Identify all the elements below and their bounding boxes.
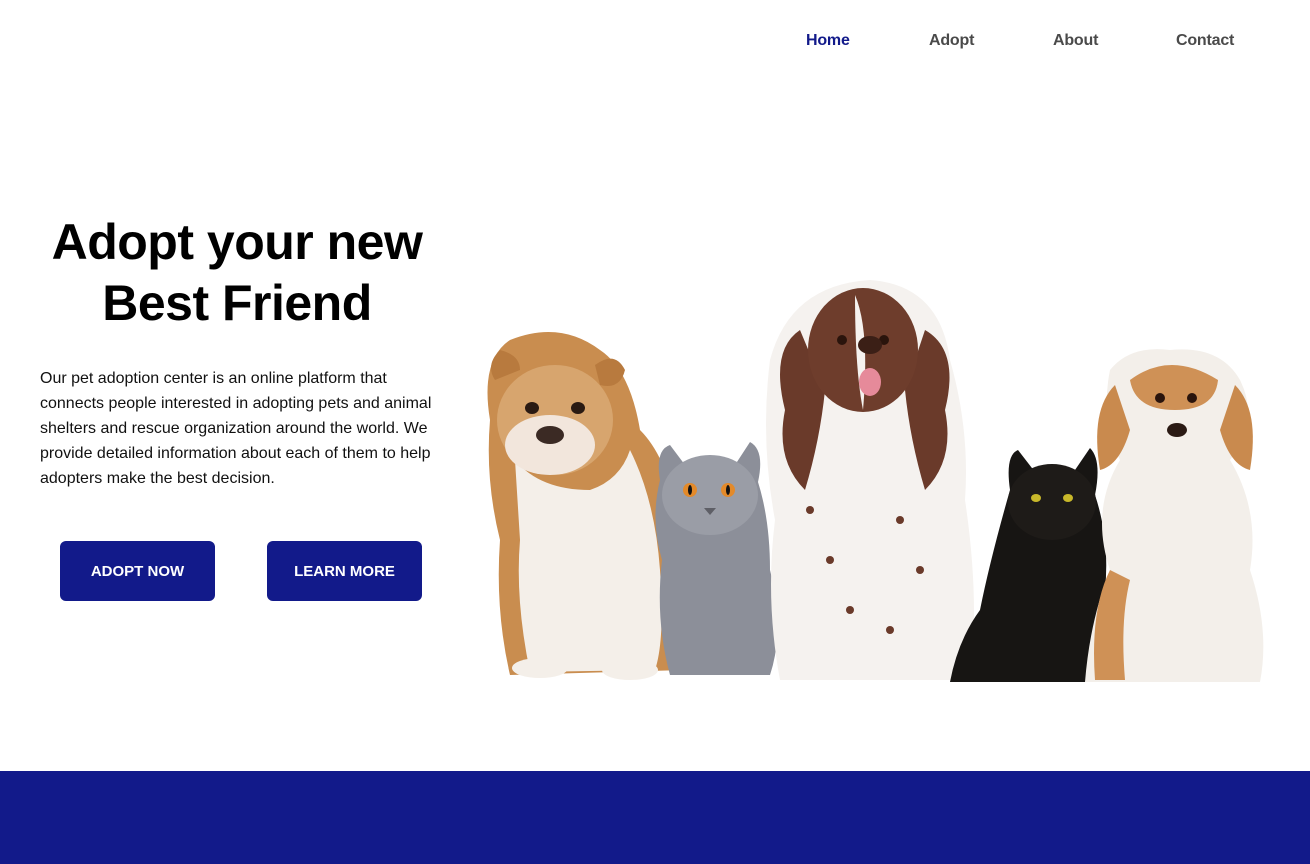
learn-more-button[interactable]: LEARN MORE xyxy=(267,541,422,601)
spaniel-figure xyxy=(766,280,974,680)
main-nav: Home Adopt About Contact xyxy=(0,30,1310,54)
nav-item-home[interactable]: Home xyxy=(806,30,850,52)
footer-band xyxy=(0,771,1310,864)
hero-pets-image xyxy=(487,280,1264,682)
hero-title-line-1: Adopt your new xyxy=(51,214,423,270)
hero-title: Adopt your new Best Friend xyxy=(30,212,444,334)
adopt-now-button[interactable]: ADOPT NOW xyxy=(60,541,215,601)
gray-cat-figure xyxy=(655,442,778,675)
nav-item-adopt[interactable]: Adopt xyxy=(929,30,974,52)
hero-title-line-2: Best Friend xyxy=(102,275,372,331)
hero-description: Our pet adoption center is an online pla… xyxy=(40,370,432,487)
beagle-figure xyxy=(1085,349,1264,682)
nav-item-contact[interactable]: Contact xyxy=(1176,30,1234,52)
nav-item-about[interactable]: About xyxy=(1053,30,1098,52)
